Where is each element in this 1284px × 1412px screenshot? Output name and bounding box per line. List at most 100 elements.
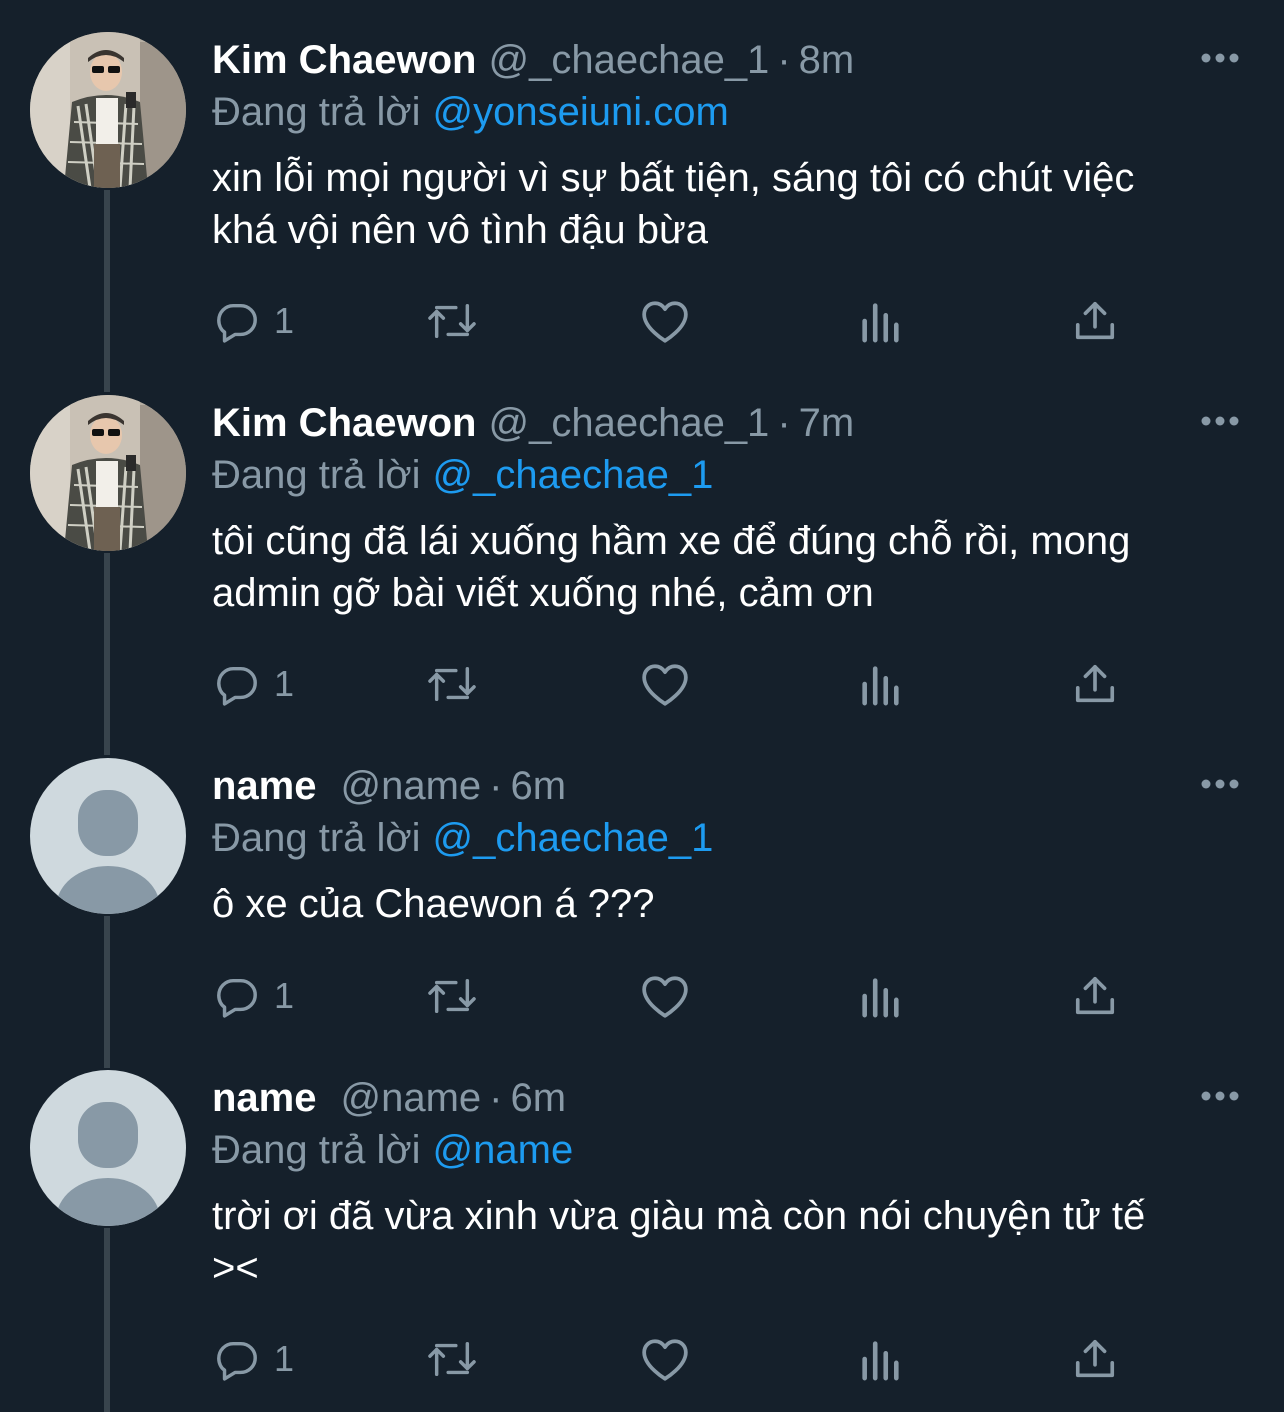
- reply-target-link[interactable]: @_chaechae_1: [433, 453, 714, 497]
- analytics-button[interactable]: [858, 659, 902, 709]
- reply-count: 1: [274, 975, 295, 1016]
- more-options-icon[interactable]: [1200, 776, 1240, 792]
- analytics-button[interactable]: [858, 1334, 902, 1384]
- tweet-text-line: admin gỡ bài viết xuống nhé, cảm ơn: [212, 571, 874, 615]
- share-button[interactable]: [1072, 659, 1118, 709]
- tweet[interactable]: Kim Chaewon @_chaechae_1 · 7m Đang trả lời @…: [0, 363, 1284, 726]
- reply-count: 1: [274, 663, 295, 704]
- share-button[interactable]: [1072, 1334, 1118, 1384]
- analytics-icon: [862, 666, 899, 706]
- like-button[interactable]: [640, 659, 690, 709]
- reply-target-link[interactable]: @name: [433, 1128, 574, 1172]
- separator-dot: ·: [777, 401, 791, 445]
- heart-icon: [642, 1339, 688, 1381]
- reply-prefix: Đang trả lời: [212, 816, 421, 860]
- reply-prefix: Đang trả lời: [212, 1128, 421, 1172]
- separator-dot: ·: [777, 38, 791, 82]
- analytics-icon: [862, 1341, 899, 1381]
- tweet-actions: 1: [212, 296, 1132, 346]
- tweet-text-line: trời ơi đã vừa xinh vừa giàu mà còn nói …: [212, 1194, 1146, 1238]
- tweet-text-line: tôi cũng đã lái xuống hầm xe để đúng chỗ…: [212, 519, 1131, 563]
- avatar[interactable]: [30, 758, 186, 914]
- tweet-text-line: ><: [212, 1246, 259, 1290]
- display-name[interactable]: name: [212, 1076, 317, 1120]
- share-button[interactable]: [1072, 296, 1118, 346]
- retweet-icon: [428, 978, 476, 1014]
- default-avatar-icon: [30, 1070, 186, 1226]
- reply-button[interactable]: 1: [214, 971, 294, 1021]
- tweet[interactable]: name @name · 6m Đang trả lời @_chaechae_1 ô …: [0, 726, 1284, 1038]
- avatar[interactable]: [30, 32, 186, 188]
- user-handle[interactable]: @_chaechae_1: [488, 401, 769, 445]
- reply-prefix: Đang trả lời: [212, 90, 421, 134]
- reply-count: 1: [274, 300, 295, 341]
- tweet-text: ô xe của Chaewon á ???: [212, 878, 1252, 930]
- retweet-button[interactable]: [424, 1334, 480, 1384]
- like-button[interactable]: [640, 971, 690, 1021]
- tweet-actions: 1: [212, 659, 1132, 709]
- analytics-icon: [862, 978, 899, 1018]
- reply-target-link[interactable]: @yonseiuni.com: [433, 90, 729, 134]
- more-options-icon[interactable]: [1200, 413, 1240, 429]
- tweet-text: trời ơi đã vừa xinh vừa giàu mà còn nói …: [212, 1190, 1252, 1294]
- tweet[interactable]: Kim Chaewon @_chaechae_1 · 8m Đang trả lời @…: [0, 0, 1284, 363]
- tweet[interactable]: name @name · 6m Đang trả lời @name trời ơi đ…: [0, 1038, 1284, 1412]
- tweet-content: name @name · 6m Đang trả lời @_chaechae_1 ô …: [212, 760, 1252, 930]
- tweet-text-line: ô xe của Chaewon á ???: [212, 882, 655, 926]
- reply-button[interactable]: 1: [214, 1334, 294, 1384]
- timestamp[interactable]: 6m: [511, 1076, 567, 1120]
- reply-button[interactable]: 1: [214, 296, 294, 346]
- reply-context: Đang trả lời @yonseiuni.com: [212, 86, 1252, 138]
- analytics-button[interactable]: [858, 296, 902, 346]
- reply-context: Đang trả lời @name: [212, 1124, 1252, 1176]
- share-icon: [1075, 664, 1115, 703]
- retweet-button[interactable]: [424, 971, 480, 1021]
- retweet-icon: [428, 303, 476, 339]
- reply-count: 1: [274, 1338, 295, 1379]
- share-icon: [1075, 301, 1115, 340]
- analytics-icon: [862, 303, 899, 343]
- reply-target-link[interactable]: @_chaechae_1: [433, 816, 714, 860]
- tweet-text: tôi cũng đã lái xuống hầm xe để đúng chỗ…: [212, 515, 1252, 619]
- share-icon: [1075, 976, 1115, 1015]
- retweet-button[interactable]: [424, 659, 480, 709]
- reply-icon: [217, 1341, 257, 1381]
- reply-icon: [217, 303, 257, 343]
- tweet-text: xin lỗi mọi người vì sự bất tiện, sáng t…: [212, 152, 1252, 256]
- like-button[interactable]: [640, 1334, 690, 1384]
- like-button[interactable]: [640, 296, 690, 346]
- more-options-icon[interactable]: [1200, 50, 1240, 66]
- display-name[interactable]: name: [212, 764, 317, 808]
- analytics-button[interactable]: [858, 971, 902, 1021]
- user-handle[interactable]: @_chaechae_1: [488, 38, 769, 82]
- user-handle[interactable]: @name: [341, 1076, 482, 1120]
- separator-dot: ·: [489, 764, 503, 808]
- photo-avatar-icon: [30, 395, 186, 551]
- heart-icon: [642, 976, 688, 1018]
- display-name[interactable]: Kim Chaewon: [212, 401, 476, 445]
- tweet-text-line: xin lỗi mọi người vì sự bất tiện, sáng t…: [212, 156, 1135, 200]
- reply-prefix: Đang trả lời: [212, 453, 421, 497]
- reply-icon: [217, 978, 257, 1018]
- tweet-header: Kim Chaewon @_chaechae_1 · 8m: [212, 34, 1252, 86]
- tweet-content: Kim Chaewon @_chaechae_1 · 8m Đang trả lời @…: [212, 34, 1252, 256]
- reply-button[interactable]: 1: [214, 659, 294, 709]
- reply-context: Đang trả lời @_chaechae_1: [212, 812, 1252, 864]
- more-options-icon[interactable]: [1200, 1088, 1240, 1104]
- photo-avatar-icon: [30, 32, 186, 188]
- timestamp[interactable]: 6m: [511, 764, 567, 808]
- reply-icon: [217, 666, 257, 706]
- tweet-text-line: khá vội nên vô tình đậu bừa: [212, 208, 709, 252]
- avatar[interactable]: [30, 395, 186, 551]
- heart-icon: [642, 301, 688, 343]
- user-handle[interactable]: @name: [341, 764, 482, 808]
- share-button[interactable]: [1072, 971, 1118, 1021]
- timestamp[interactable]: 8m: [799, 38, 855, 82]
- timestamp[interactable]: 7m: [799, 401, 855, 445]
- retweet-button[interactable]: [424, 296, 480, 346]
- tweet-header: name @name · 6m: [212, 1072, 1252, 1124]
- retweet-icon: [428, 1341, 476, 1377]
- heart-icon: [642, 664, 688, 706]
- avatar[interactable]: [30, 1070, 186, 1226]
- display-name[interactable]: Kim Chaewon: [212, 38, 476, 82]
